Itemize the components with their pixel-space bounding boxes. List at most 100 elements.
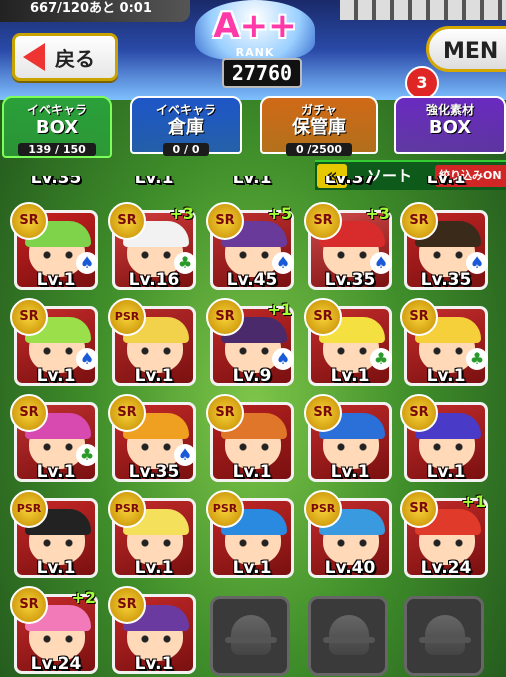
- helmet-placeholder-icon: [419, 615, 471, 655]
- tab-line1: イベキャラ: [26, 103, 87, 117]
- character-card[interactable]: PSR Lv.1: [206, 490, 294, 578]
- rarity-badge: PSR: [206, 490, 244, 528]
- plus-value: +5: [267, 204, 292, 223]
- card-level: Lv.1: [232, 176, 272, 188]
- card-level: Lv.37: [324, 176, 376, 188]
- partial-card[interactable]: Lv.1: [112, 176, 196, 188]
- card-level: Lv.1: [36, 366, 76, 386]
- character-card[interactable]: SR Lv.1: [304, 394, 392, 482]
- card-level: Lv.1: [426, 176, 466, 188]
- rarity-badge: SR: [10, 586, 48, 624]
- card-level: Lv.35: [324, 270, 376, 290]
- character-card[interactable]: SR +1 Lv.24: [400, 490, 488, 578]
- character-card[interactable]: SR ♠ Lv.35: [108, 394, 196, 482]
- tab-material-box[interactable]: 強化素材 BOX: [394, 96, 506, 154]
- notification-badge: 3: [405, 66, 439, 100]
- rarity-badge: PSR: [108, 298, 146, 336]
- rarity-badge: SR: [108, 202, 146, 240]
- card-level: Lv.45: [226, 270, 278, 290]
- character-card[interactable]: SR +3 ♠ Lv.35: [304, 202, 392, 290]
- character-card[interactable]: SR +2 Lv.24: [10, 586, 98, 674]
- back-arrow-icon: [23, 43, 45, 71]
- plus-value: +3: [365, 204, 390, 223]
- rarity-badge: PSR: [10, 490, 48, 528]
- card-level: Lv.1: [134, 654, 174, 674]
- eyes-icon: [237, 251, 271, 259]
- eyes-icon: [431, 251, 465, 259]
- eyes-icon: [335, 251, 369, 259]
- eyes-icon: [237, 539, 271, 547]
- partial-card[interactable]: Lv.35: [14, 176, 98, 188]
- top-right-strip: [340, 0, 506, 20]
- eyes-icon: [139, 539, 173, 547]
- character-card[interactable]: SR ♣ Lv.1: [10, 394, 98, 482]
- character-card[interactable]: SR ♠ Lv.1: [10, 298, 98, 386]
- character-card[interactable]: PSR Lv.40: [304, 490, 392, 578]
- eyes-icon: [431, 539, 465, 547]
- character-card[interactable]: PSR Lv.1: [108, 490, 196, 578]
- partial-card[interactable]: Lv.37: [308, 176, 392, 188]
- character-card[interactable]: PSR Lv.1: [10, 490, 98, 578]
- character-card[interactable]: SR ♣ Lv.1: [400, 298, 488, 386]
- plus-value: +1: [267, 300, 292, 319]
- tab-line1: イベキャラ: [155, 103, 216, 117]
- tab-event-chara-box[interactable]: イベキャラ BOX 139 / 150: [2, 96, 112, 158]
- plus-value: +3: [169, 204, 194, 223]
- eyes-icon: [41, 251, 75, 259]
- tab-event-chara-storage[interactable]: イベキャラ 倉庫 0 / 0: [130, 96, 242, 156]
- plus-value: +2: [71, 588, 96, 607]
- character-card[interactable]: SR ♠ Lv.1: [10, 202, 98, 290]
- empty-slot[interactable]: [404, 596, 484, 676]
- rarity-badge: SR: [400, 394, 438, 432]
- rarity-badge: SR: [108, 394, 146, 432]
- card-level: Lv.1: [426, 366, 466, 386]
- card-level: Lv.1: [232, 558, 272, 578]
- card-level: Lv.1: [36, 270, 76, 290]
- eyes-icon: [41, 443, 75, 451]
- card-level: Lv.1: [330, 366, 370, 386]
- character-card[interactable]: SR Lv.1: [400, 394, 488, 482]
- character-card[interactable]: SR Lv.1: [206, 394, 294, 482]
- back-button[interactable]: 戻る: [12, 33, 118, 81]
- eyes-icon: [139, 443, 173, 451]
- helmet-placeholder-icon: [225, 615, 277, 655]
- eyes-icon: [139, 347, 173, 355]
- character-card[interactable]: SR +3 ♣ Lv.16: [108, 202, 196, 290]
- card-level: Lv.1: [134, 558, 174, 578]
- rank-score: 27760: [222, 58, 302, 88]
- tab-line2: BOX: [35, 117, 79, 138]
- rarity-badge: SR: [108, 586, 146, 624]
- partial-card[interactable]: Lv.1: [404, 176, 488, 188]
- eyes-icon: [335, 347, 369, 355]
- card-level: Lv.24: [30, 654, 82, 674]
- card-level: Lv.24: [420, 558, 472, 578]
- tab-gacha-vault[interactable]: ガチャ 保管庫 0 /2500: [260, 96, 378, 156]
- empty-slot[interactable]: [210, 596, 290, 676]
- character-card[interactable]: SR ♣ Lv.1: [304, 298, 392, 386]
- plus-value: +1: [461, 492, 486, 511]
- tab-count: 0 / 0: [162, 143, 210, 156]
- character-card[interactable]: SR Lv.1: [108, 586, 196, 674]
- eyes-icon: [431, 443, 465, 451]
- rank-grade: A++: [213, 6, 297, 46]
- card-level: Lv.1: [36, 462, 76, 482]
- character-card[interactable]: SR +1 ♠ Lv.9: [206, 298, 294, 386]
- eyes-icon: [237, 443, 271, 451]
- partial-card[interactable]: Lv.1: [210, 176, 294, 188]
- card-level: Lv.35: [30, 176, 82, 188]
- helmet-placeholder-icon: [323, 615, 375, 655]
- tab-line1: 強化素材: [425, 103, 474, 117]
- card-level: Lv.1: [36, 558, 76, 578]
- tab-line2: 保管庫: [292, 117, 346, 138]
- menu-button[interactable]: MEN: [426, 26, 506, 72]
- card-level: Lv.35: [128, 462, 180, 482]
- character-card[interactable]: SR +5 ♠ Lv.45: [206, 202, 294, 290]
- eyes-icon: [41, 635, 75, 643]
- character-card[interactable]: PSR Lv.1: [108, 298, 196, 386]
- card-level: Lv.16: [128, 270, 180, 290]
- rarity-badge: SR: [400, 202, 438, 240]
- character-grid: Lv.35 Lv.1 Lv.1 Lv.37 Lv.1 SR ♠ Lv.1 SR +3 ♣ Lv.16 S…: [0, 176, 506, 677]
- empty-slot[interactable]: [308, 596, 388, 676]
- character-card[interactable]: SR ♠ Lv.35: [400, 202, 488, 290]
- box-tabs: イベキャラ BOX 139 / 150 イベキャラ 倉庫 0 / 0 ガチャ 保…: [0, 96, 506, 158]
